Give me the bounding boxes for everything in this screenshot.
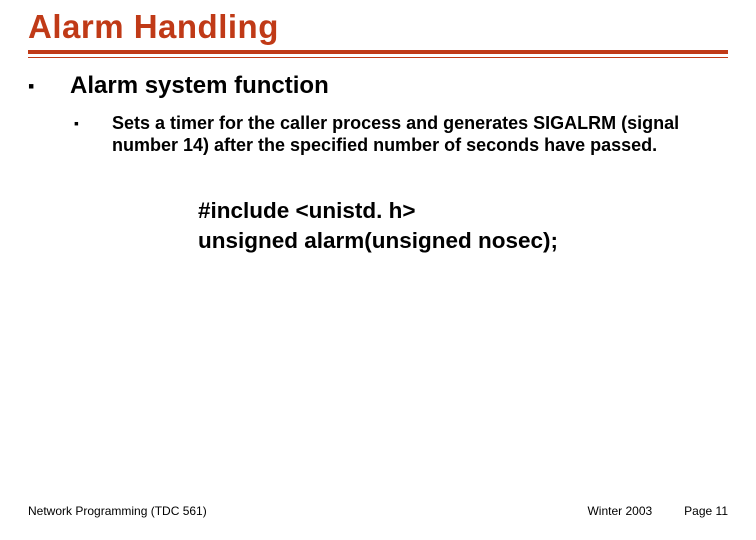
slide: Alarm Handling ▪ Alarm system function ▪… bbox=[0, 0, 756, 540]
square-bullet-icon: ▪ bbox=[74, 112, 84, 134]
bullet-level2-text: Sets a timer for the caller process and … bbox=[112, 112, 702, 156]
square-bullet-icon: ▪ bbox=[28, 72, 40, 100]
footer: Network Programming (TDC 561) Winter 200… bbox=[28, 504, 728, 518]
bullet-level1: ▪ Alarm system function bbox=[28, 72, 728, 100]
code-line-2: unsigned alarm(unsigned nosec); bbox=[198, 226, 728, 256]
footer-right: Winter 2003 Page 11 bbox=[587, 504, 728, 518]
title-rule-thick bbox=[28, 50, 728, 54]
code-block: #include <unistd. h> unsigned alarm(unsi… bbox=[198, 196, 728, 256]
footer-term: Winter 2003 bbox=[587, 504, 652, 518]
slide-title: Alarm Handling bbox=[28, 8, 728, 46]
bullet-level2: ▪ Sets a timer for the caller process an… bbox=[74, 112, 728, 156]
bullet-level1-text: Alarm system function bbox=[70, 72, 329, 100]
code-line-1: #include <unistd. h> bbox=[198, 196, 728, 226]
footer-course: Network Programming (TDC 561) bbox=[28, 504, 207, 518]
content-area: ▪ Alarm system function ▪ Sets a timer f… bbox=[28, 58, 728, 256]
footer-page: Page 11 bbox=[684, 504, 728, 518]
